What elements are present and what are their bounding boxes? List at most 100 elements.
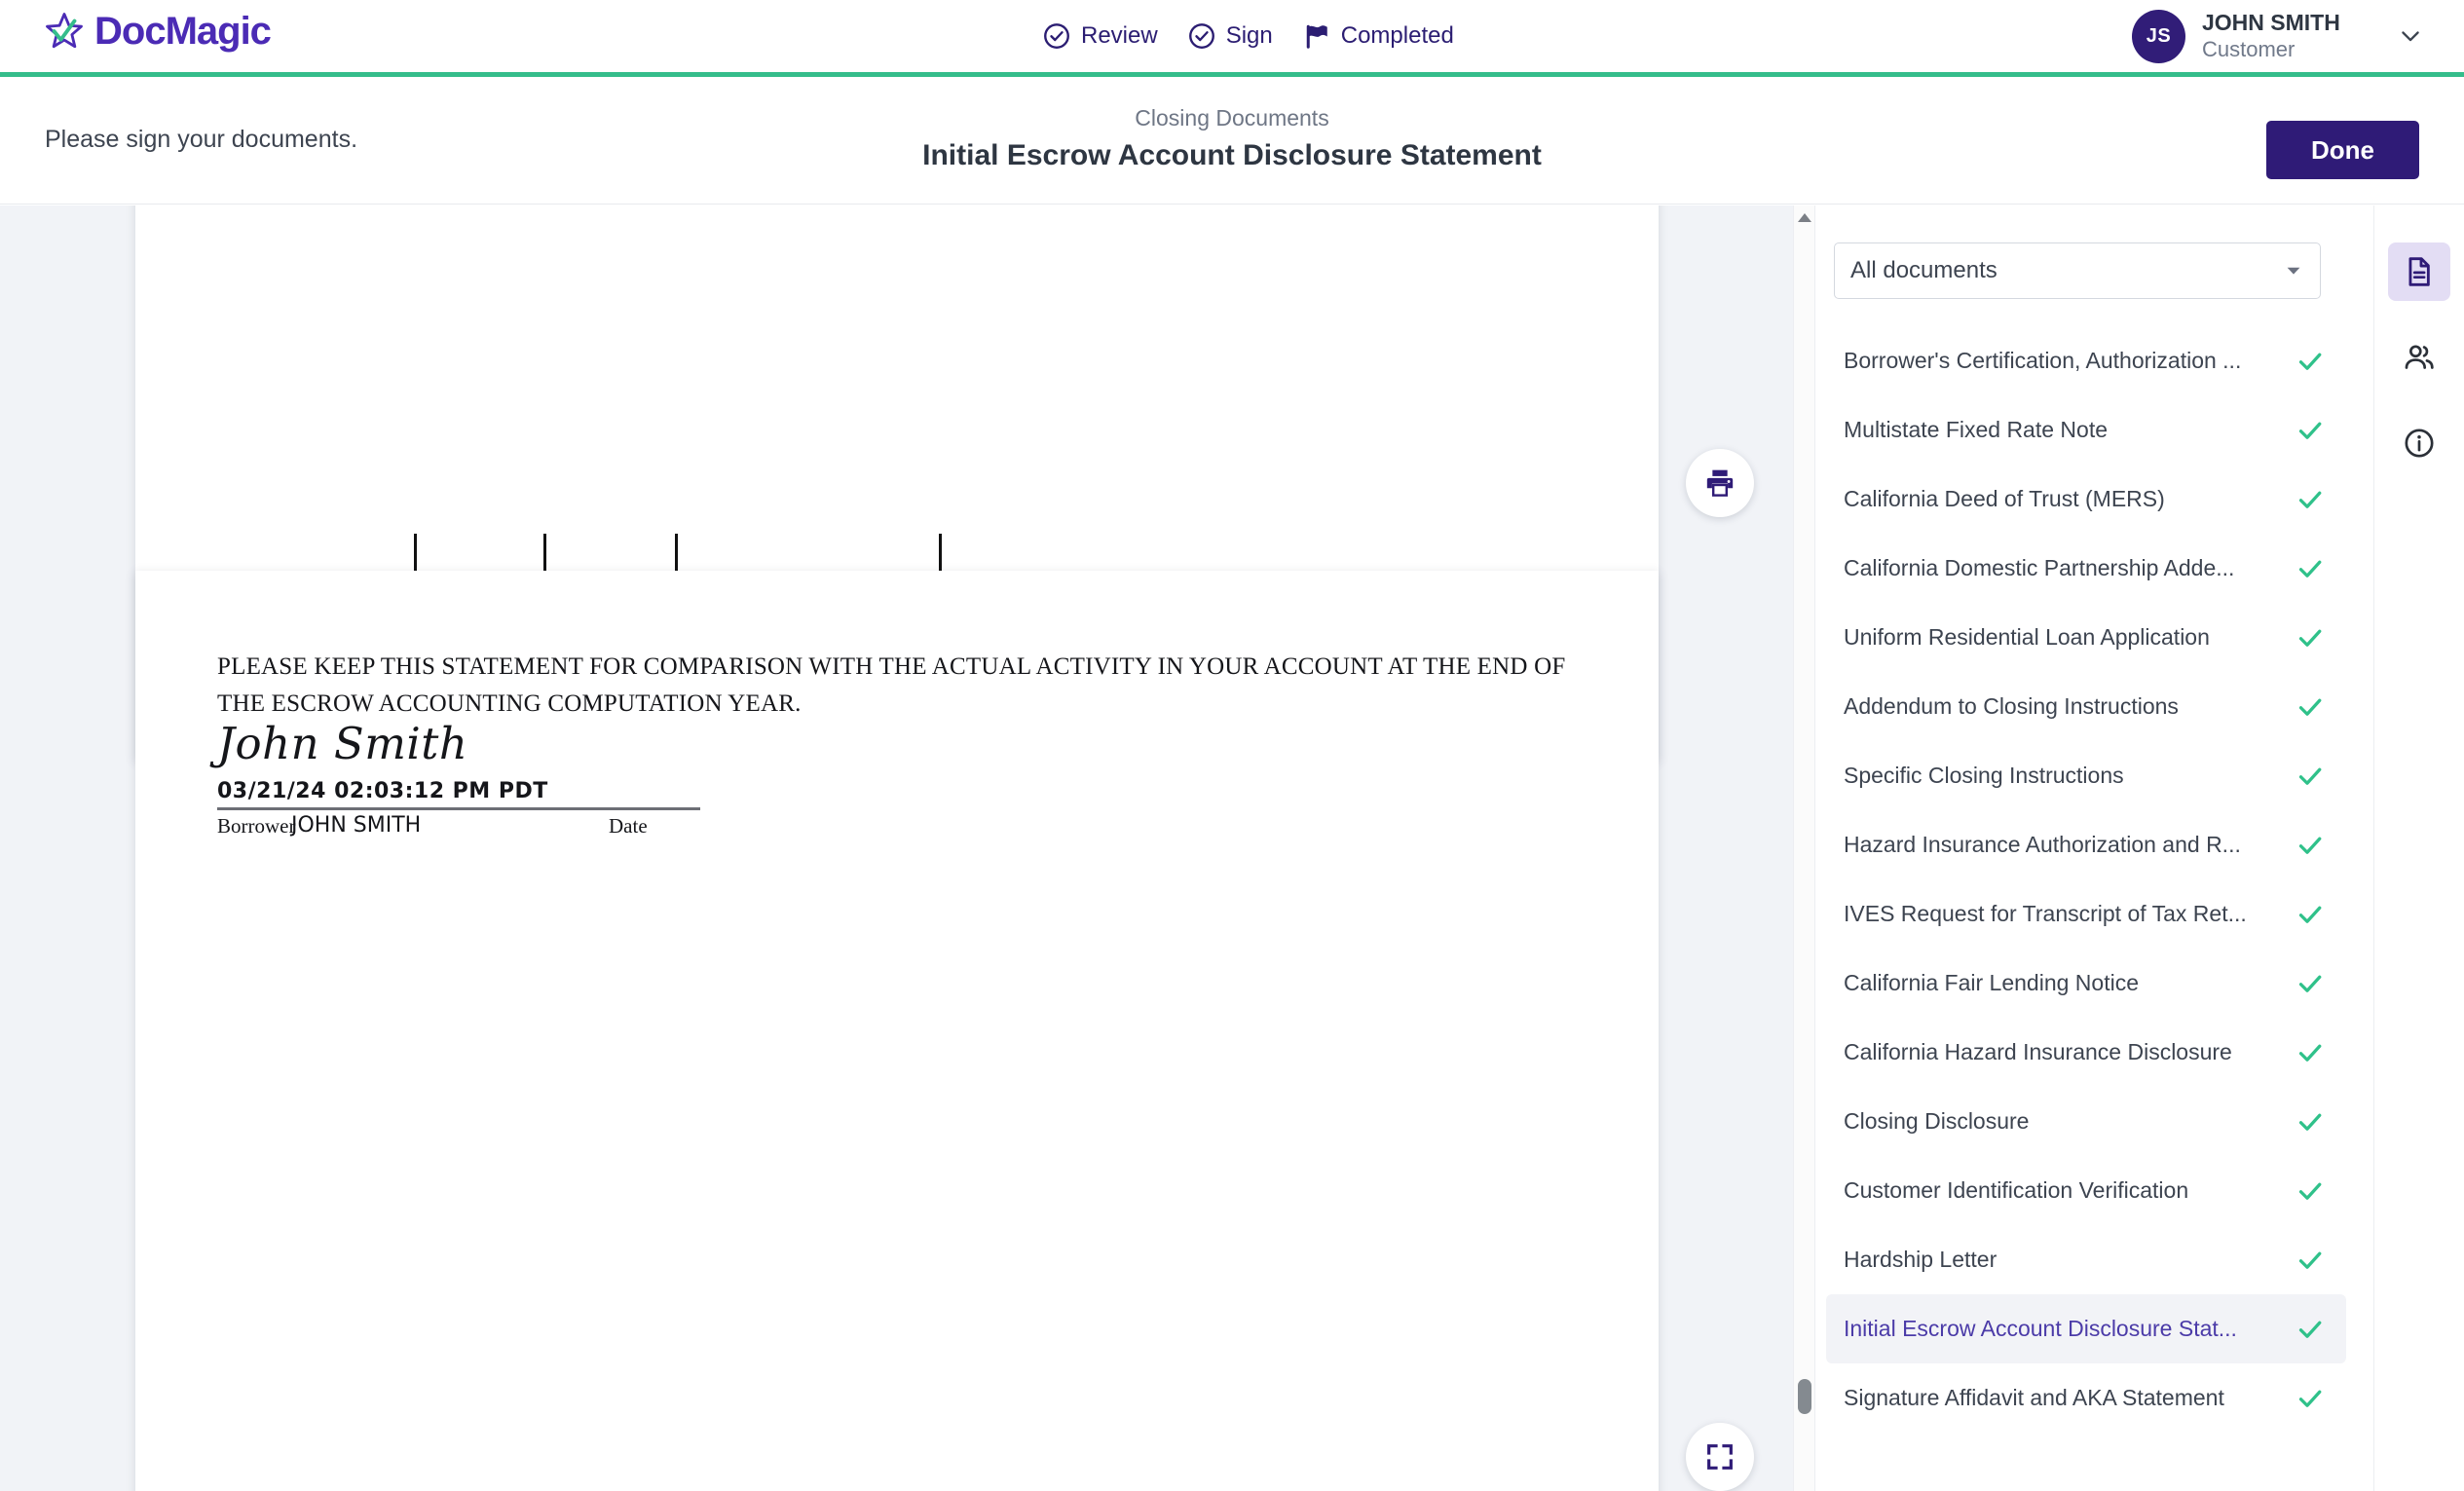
step-sign[interactable]: Sign — [1187, 21, 1273, 51]
documents-panel: All documents Borrower's Certification, … — [1814, 205, 2373, 1491]
scroll-up-arrow-icon[interactable] — [1798, 213, 1811, 222]
document-list-item-label: Hardship Letter — [1844, 1247, 1997, 1272]
document-list-item-label: Hazard Insurance Authorization and R... — [1844, 832, 2241, 857]
fullscreen-button[interactable] — [1686, 1423, 1754, 1491]
document-list-item[interactable]: California Hazard Insurance Disclosure — [1826, 1018, 2346, 1087]
borrower-name: JOHN SMITH — [291, 813, 422, 838]
keep-statement-notice: PLEASE KEEP THIS STATEMENT FOR COMPARISO… — [217, 653, 1566, 717]
document-list-item-label: Closing Disclosure — [1844, 1108, 2030, 1134]
document-list-item-label: Multistate Fixed Rate Note — [1844, 417, 2109, 442]
brand-name: DocMagic — [94, 10, 272, 53]
document-list-item-label: Customer Identification Verification — [1844, 1177, 2189, 1203]
signed-check-icon — [2298, 767, 2322, 785]
document-list-item-label: California Hazard Insurance Disclosure — [1844, 1039, 2232, 1064]
flag-icon — [1306, 24, 1327, 49]
document-heading: Closing Documents Initial Escrow Account… — [0, 100, 2464, 176]
rail-documents-button[interactable] — [2388, 242, 2450, 301]
table-column-divider — [414, 534, 417, 573]
signed-check-icon — [2298, 837, 2322, 854]
user-name: JOHN SMITH — [2202, 10, 2340, 35]
done-button[interactable]: Done — [2266, 121, 2419, 179]
signed-check-icon — [2298, 1390, 2322, 1407]
brand-logo[interactable]: DocMagic — [44, 10, 272, 53]
sub-header: Please sign your documents. Closing Docu… — [0, 77, 2464, 205]
document-list-item[interactable]: Hazard Insurance Authorization and R... — [1826, 810, 2346, 879]
signed-check-icon — [2298, 1251, 2322, 1269]
document-list-item-label: IVES Request for Transcript of Tax Ret..… — [1844, 901, 2247, 926]
signature-image: John Smith — [217, 718, 468, 769]
document-list-item[interactable]: Closing Disclosure — [1826, 1087, 2346, 1156]
signed-check-icon — [2298, 353, 2322, 370]
print-icon — [1706, 469, 1734, 497]
document-list-item[interactable]: Initial Escrow Account Disclosure Stat..… — [1826, 1294, 2346, 1363]
step-review[interactable]: Review — [1042, 21, 1158, 51]
document-list-item-label: Addendum to Closing Instructions — [1844, 693, 2179, 719]
document-list-item[interactable]: Specific Closing Instructions — [1826, 741, 2346, 810]
rail-info-button[interactable] — [2388, 414, 2450, 472]
document-list-item[interactable]: California Fair Lending Notice — [1826, 949, 2346, 1018]
document-list-item-label: Initial Escrow Account Disclosure Stat..… — [1844, 1316, 2237, 1341]
right-icon-rail — [2373, 205, 2464, 1491]
document-list-item[interactable]: California Deed of Trust (MERS) — [1826, 465, 2346, 534]
signed-check-icon — [2298, 906, 2322, 923]
signed-check-icon — [2298, 491, 2322, 508]
user-meta: JOHN SMITH Customer — [2202, 9, 2377, 63]
signed-check-icon — [2298, 560, 2322, 578]
document-filter-select[interactable]: All documents — [1834, 242, 2321, 299]
signature-block: John Smith 03/21/24 02:03:12 PM PDT Borr… — [217, 717, 899, 843]
avatar: JS — [2132, 9, 2185, 63]
documents-icon — [2408, 257, 2430, 286]
top-header: DocMagic Review Sign Completed JS JOHN S… — [0, 0, 2464, 72]
signed-check-icon — [2298, 1321, 2322, 1338]
table-column-divider — [543, 534, 546, 573]
step-label: Review — [1081, 22, 1158, 49]
document-list-item[interactable]: Borrower's Certification, Authorization … — [1826, 326, 2346, 395]
step-label: Completed — [1340, 22, 1454, 49]
document-list-item-label: Signature Affidavit and AKA Statement — [1844, 1385, 2224, 1410]
participants-icon — [2405, 345, 2434, 369]
signed-check-icon — [2298, 422, 2322, 439]
info-icon — [2405, 429, 2434, 458]
signature-timestamp: 03/21/24 02:03:12 PM PDT — [217, 779, 548, 803]
document-list-item-label: Specific Closing Instructions — [1844, 763, 2124, 788]
signed-check-icon — [2298, 1113, 2322, 1131]
user-menu-toggle[interactable] — [2394, 19, 2427, 53]
document-list-item[interactable]: Hardship Letter — [1826, 1225, 2346, 1294]
document-list[interactable]: Borrower's Certification, Authorization … — [1826, 326, 2346, 1433]
document-list-item-label: Uniform Residential Loan Application — [1844, 624, 2210, 650]
document-list-item[interactable]: Customer Identification Verification — [1826, 1156, 2346, 1225]
signed-check-icon — [2298, 629, 2322, 647]
document-filter-value: All documents — [1850, 257, 1997, 283]
step-completed[interactable]: Completed — [1302, 21, 1454, 51]
print-button[interactable] — [1686, 449, 1754, 517]
check-circle-icon — [1044, 23, 1069, 49]
signature-footer: Borrower JOHN SMITH Date — [217, 810, 899, 843]
step-label: Sign — [1225, 22, 1273, 49]
table-column-divider — [675, 534, 678, 573]
date-label: Date — [609, 814, 648, 838]
document-list-item[interactable]: Signature Affidavit and AKA Statement — [1826, 1363, 2346, 1433]
user-menu[interactable]: JS JOHN SMITH Customer — [2132, 0, 2427, 72]
viewer-scrollbar[interactable] — [1793, 205, 1814, 1491]
progress-steps: Review Sign Completed — [1042, 0, 1454, 72]
document-list-item[interactable]: Multistate Fixed Rate Note — [1826, 395, 2346, 465]
document-list-item[interactable]: Addendum to Closing Instructions — [1826, 672, 2346, 741]
rail-participants-button[interactable] — [2388, 328, 2450, 387]
document-page-2: PLEASE KEEP THIS STATEMENT FOR COMPARISO… — [135, 571, 1659, 1491]
scrollbar-thumb[interactable] — [1798, 1379, 1811, 1414]
document-list-item[interactable]: Uniform Residential Loan Application — [1826, 603, 2346, 672]
signed-check-icon — [2298, 975, 2322, 992]
page-title: Initial Escrow Account Disclosure Statem… — [922, 139, 1542, 171]
chevron-down-icon — [2287, 267, 2300, 275]
docmagic-star-icon — [46, 13, 83, 49]
user-role: Customer — [2202, 37, 2296, 61]
document-viewer[interactable]: Cushion Selected By Servicer $558.32 Tot… — [0, 205, 1814, 1491]
document-kicker: Closing Documents — [1135, 105, 1329, 130]
document-list-item-label: California Deed of Trust (MERS) — [1844, 486, 2165, 511]
document-list-item-label: California Fair Lending Notice — [1844, 970, 2139, 995]
signed-check-icon — [2298, 1182, 2322, 1200]
document-list-item-label: California Domestic Partnership Adde... — [1844, 555, 2235, 580]
document-list-item[interactable]: IVES Request for Transcript of Tax Ret..… — [1826, 879, 2346, 949]
table-column-divider — [939, 534, 942, 573]
document-list-item[interactable]: California Domestic Partnership Adde... — [1826, 534, 2346, 603]
